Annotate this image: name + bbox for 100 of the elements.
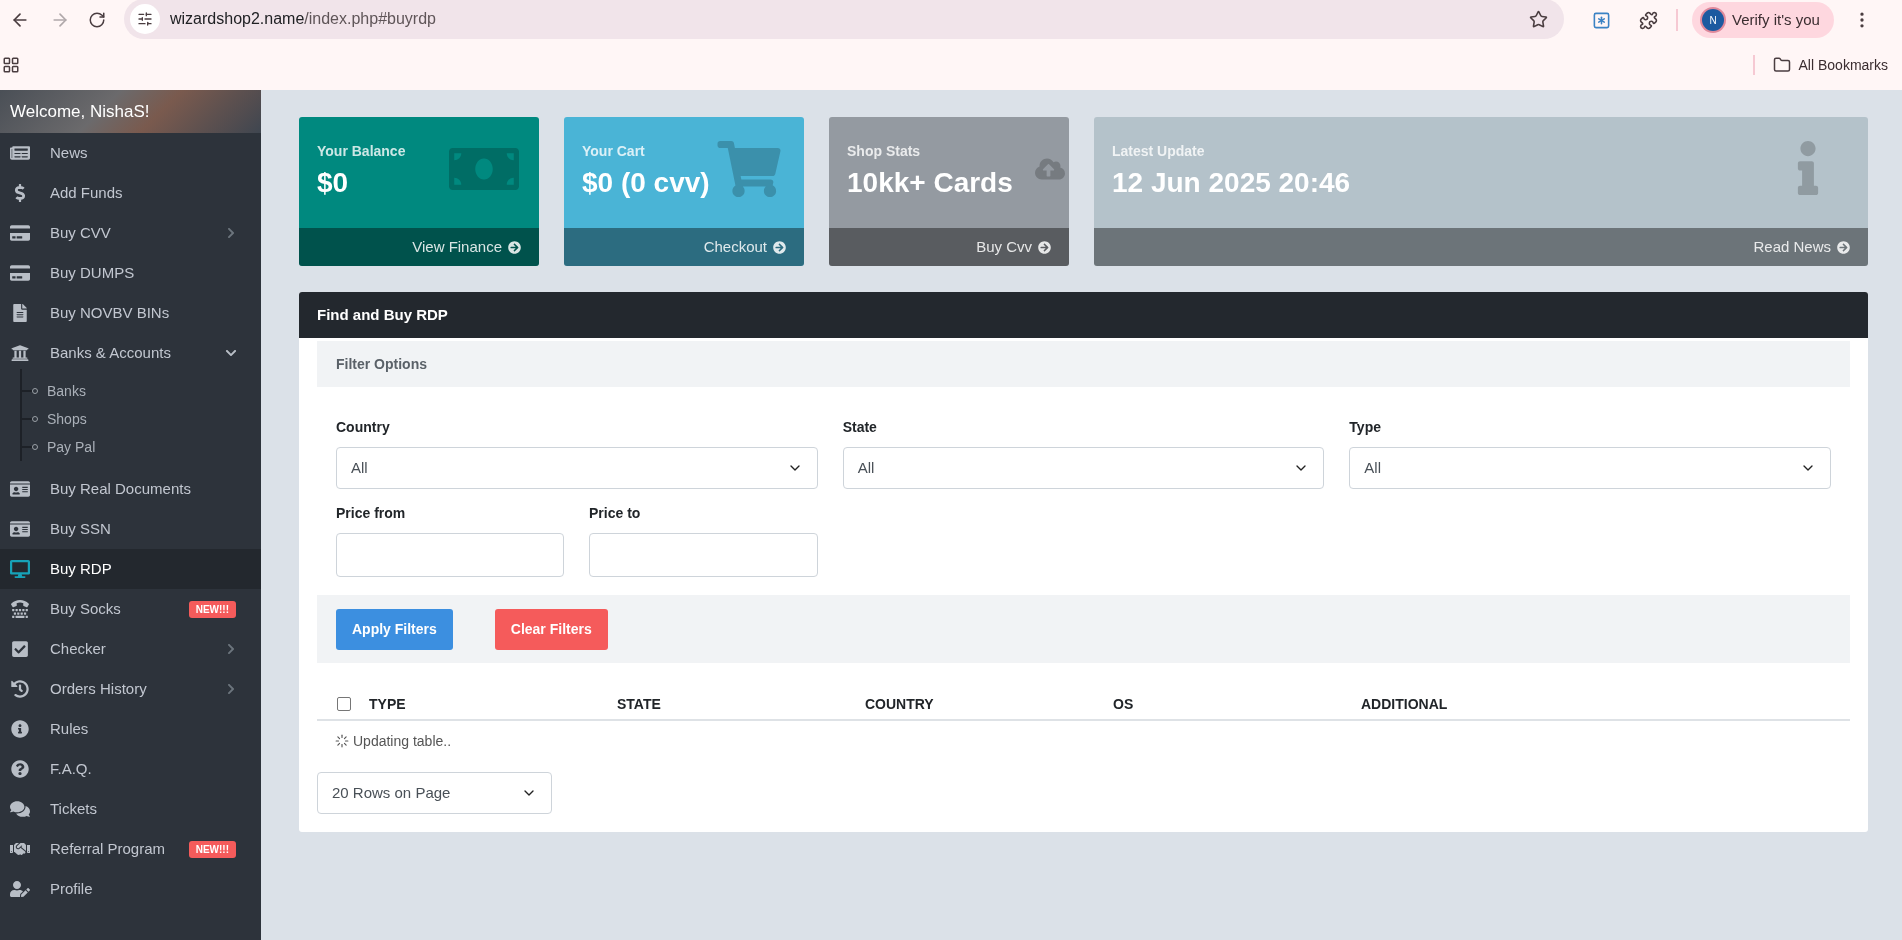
sidebar-label: Add Funds <box>50 182 123 203</box>
extension-icon[interactable] <box>1592 10 1611 30</box>
card-title: Your Balance <box>317 142 406 161</box>
sidebar-item[interactable]: Buy CVV <box>0 213 261 253</box>
sidebar-label: Referral Program <box>50 838 166 859</box>
column-header: TYPE <box>369 694 407 714</box>
submenu-item[interactable]: Shops <box>47 408 87 430</box>
sidebar-label: Tickets <box>50 798 97 819</box>
select-field[interactable]: All <box>1349 447 1831 489</box>
sidebar-label: Rules <box>50 718 89 739</box>
field-label: Type <box>1349 418 1382 437</box>
sidebar-label: Buy DUMPS <box>50 262 135 283</box>
sidebar-label: F.A.Q. <box>50 758 92 779</box>
history-icon <box>10 680 30 698</box>
site-settings-icon[interactable] <box>137 11 153 27</box>
arrow-right-icon <box>1038 240 1051 254</box>
spinner-icon <box>335 734 349 748</box>
page-size-select[interactable]: 20 Rows on Page <box>317 772 552 814</box>
puzzle-icon[interactable] <box>1639 10 1658 30</box>
welcome-text: Welcome, NishaS! <box>10 100 150 123</box>
sidebar-label: Profile <box>50 878 93 899</box>
table-status: Updating table.. <box>353 731 452 751</box>
select-all-checkbox[interactable] <box>337 697 351 711</box>
credit-card-icon <box>10 224 30 242</box>
profile-button[interactable]: N Verify it's you <box>1692 2 1834 38</box>
sidebar-item[interactable]: News <box>0 133 261 173</box>
sidebar-label: Orders History <box>50 678 147 699</box>
card-footer-link[interactable]: Buy Cvv <box>829 228 1069 266</box>
field-label: Price to <box>589 504 642 523</box>
sidebar-item[interactable]: Add Funds <box>0 173 261 213</box>
card-value: 12 Jun 2025 20:46 <box>1112 166 1351 200</box>
card-value: 10kk+ Cards <box>847 166 1013 200</box>
filter-title: Filter Options <box>336 354 427 374</box>
new-badge: NEW!!! <box>188 600 236 618</box>
panel-title: Find and Buy RDP <box>317 304 448 325</box>
input-field[interactable] <box>589 533 818 577</box>
checkbox-icon <box>10 640 30 658</box>
sidebar-label: Buy CVV <box>50 222 111 243</box>
column-header: STATE <box>617 694 662 714</box>
arrow-right-icon <box>508 240 521 254</box>
card-footer-link[interactable]: Read News <box>1094 228 1868 266</box>
sidebar-label: Buy Socks <box>50 598 121 619</box>
bank-icon <box>10 344 30 362</box>
document-icon <box>10 304 30 322</box>
bookmark-star-icon[interactable] <box>1529 9 1548 29</box>
url-text: wizardshop2.name/index.php#buyrdp <box>170 9 436 29</box>
monitor-icon <box>10 560 30 578</box>
field-label: State <box>842 418 878 437</box>
sidebar-item[interactable]: Buy RDP <box>0 549 261 589</box>
sidebar-label: Buy RDP <box>50 558 112 579</box>
new-badge: NEW!!! <box>188 840 236 858</box>
sidebar-item[interactable]: Tickets <box>0 789 261 829</box>
select-field[interactable]: All <box>842 447 1325 489</box>
field-label: Country <box>336 418 391 437</box>
card-title: Latest Update <box>1112 142 1205 161</box>
sidebar-label: Buy Real Documents <box>50 478 191 499</box>
card-value: $0 <box>317 166 349 200</box>
input-field[interactable] <box>336 533 564 577</box>
profile-avatar: N <box>1702 9 1724 31</box>
address-bar[interactable]: wizardshop2.name/index.php#buyrdp <box>124 0 1564 39</box>
sidebar-item[interactable]: Buy DUMPS <box>0 253 261 293</box>
folder-icon <box>1772 56 1791 74</box>
card-title: Your Cart <box>582 142 645 161</box>
sidebar-item[interactable]: Buy SSN <box>0 509 261 549</box>
select-field[interactable]: All <box>336 447 818 489</box>
sidebar-label: Buy SSN <box>50 518 111 539</box>
all-bookmarks-button[interactable]: All Bookmarks <box>1772 54 1900 76</box>
sidebar-item[interactable]: Buy Real Documents <box>0 469 261 509</box>
handshake-icon <box>10 840 30 858</box>
column-header: OS <box>1113 694 1135 714</box>
sidebar-item[interactable]: Rules <box>0 709 261 749</box>
sidebar-item[interactable]: Checker <box>0 629 261 669</box>
info-icon <box>10 720 30 738</box>
submenu-item[interactable]: Pay Pal <box>47 436 96 458</box>
submenu-item[interactable]: Banks <box>47 380 86 402</box>
apps-icon[interactable] <box>2 56 20 74</box>
sidebar-label: Banks & Accounts <box>50 342 171 363</box>
card-value: $0 (0 cvv) <box>582 166 710 200</box>
chat-icon <box>10 800 30 818</box>
sidebar-item[interactable]: Banks & Accounts <box>0 333 261 373</box>
id-card-icon <box>10 480 30 498</box>
credit-card-icon <box>10 264 30 282</box>
sidebar-item[interactable]: Buy Socks NEW!!! <box>0 589 261 629</box>
sidebar-label: Checker <box>50 638 106 659</box>
card-footer-link[interactable]: View Finance <box>299 228 539 266</box>
user-edit-icon <box>10 880 30 898</box>
sidebar-label: News <box>50 142 88 163</box>
sidebar-item[interactable]: Buy NOVBV BINs <box>0 293 261 333</box>
sidebar-item[interactable]: F.A.Q. <box>0 749 261 789</box>
arrow-right-icon <box>773 240 786 254</box>
telephone-icon <box>10 600 30 618</box>
field-label: Price from <box>336 504 407 523</box>
sidebar-item[interactable]: Profile <box>0 869 261 909</box>
newspaper-icon <box>10 144 30 162</box>
card-title: Shop Stats <box>847 142 921 161</box>
column-header: ADDITIONAL <box>1361 694 1449 714</box>
reload-icon[interactable] <box>88 11 106 29</box>
card-footer-link[interactable]: Checkout <box>564 228 804 266</box>
sidebar-item[interactable]: Referral Program NEW!!! <box>0 829 261 869</box>
sidebar-item[interactable]: Orders History <box>0 669 261 709</box>
